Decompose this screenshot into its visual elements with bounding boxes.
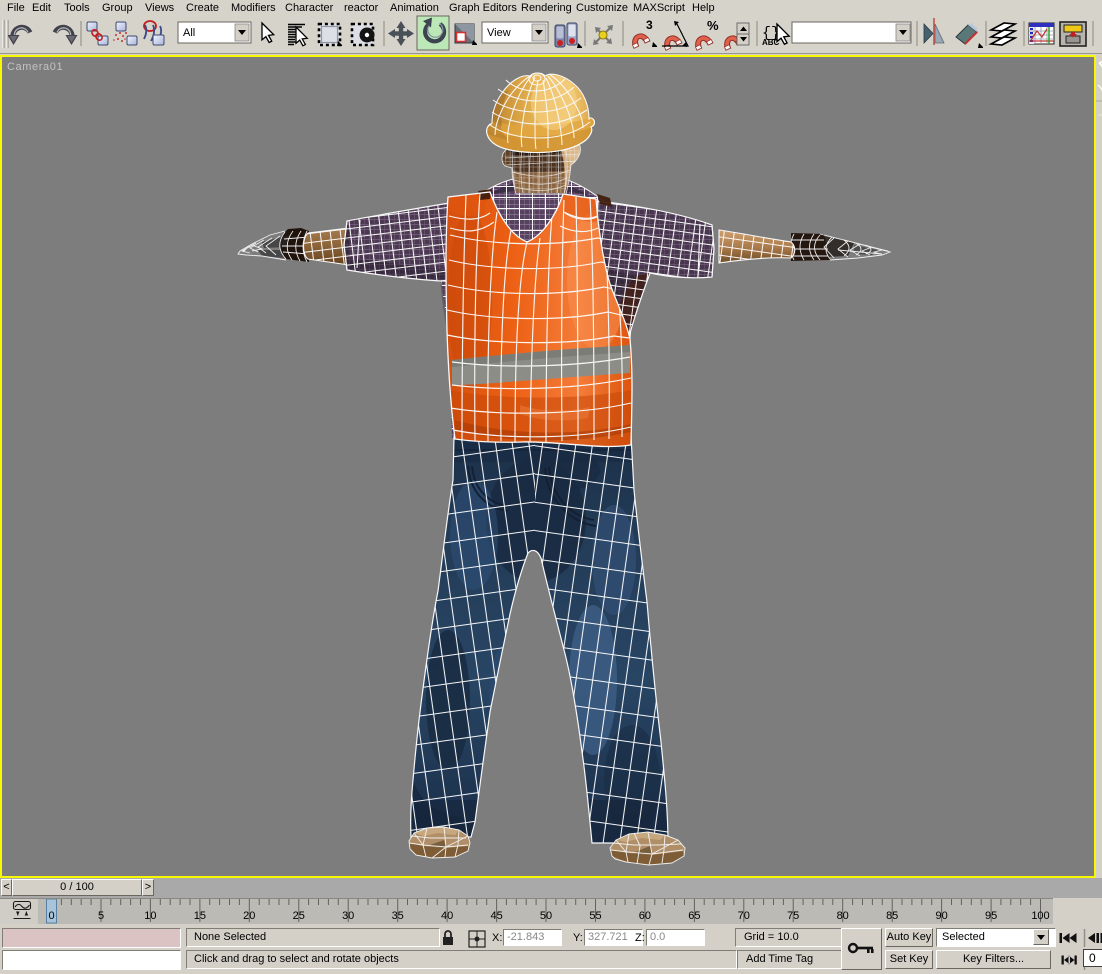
svg-text:20: 20 (243, 910, 255, 922)
svg-text:%: % (707, 18, 719, 33)
svg-text:30: 30 (342, 910, 354, 922)
svg-text:3: 3 (646, 18, 653, 32)
svg-text:10: 10 (144, 910, 156, 922)
svg-text:35: 35 (392, 910, 404, 922)
svg-text:50: 50 (540, 910, 552, 922)
svg-text:90: 90 (935, 910, 947, 922)
svg-text:View: View (487, 27, 511, 39)
svg-text:25: 25 (293, 910, 305, 922)
svg-text:65: 65 (688, 910, 700, 922)
svg-text:75: 75 (787, 910, 799, 922)
svg-text:80: 80 (837, 910, 849, 922)
svg-text:60: 60 (639, 910, 651, 922)
svg-text:5: 5 (98, 910, 104, 922)
svg-text:70: 70 (738, 910, 750, 922)
svg-text:55: 55 (589, 910, 601, 922)
svg-text:95: 95 (985, 910, 997, 922)
svg-text:85: 85 (886, 910, 898, 922)
svg-text:40: 40 (441, 910, 453, 922)
svg-text:0: 0 (48, 910, 54, 922)
svg-text:15: 15 (194, 910, 206, 922)
svg-text:45: 45 (490, 910, 502, 922)
svg-text:100: 100 (1031, 910, 1049, 922)
svg-text:All: All (183, 27, 195, 39)
